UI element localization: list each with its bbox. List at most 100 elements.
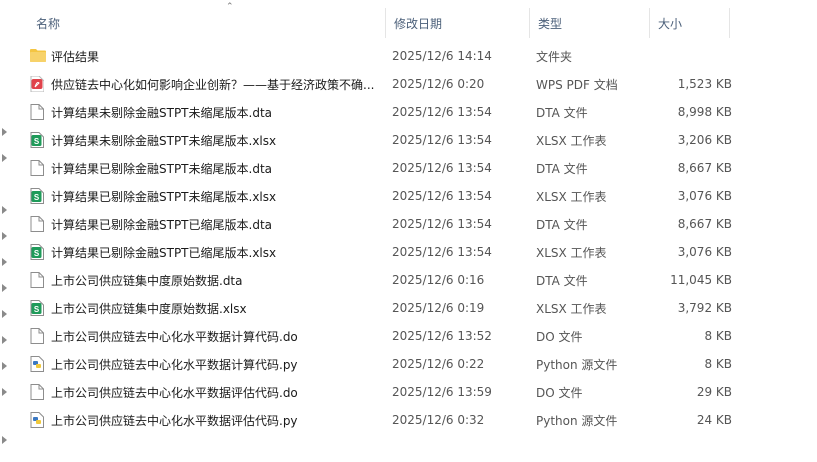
- file-name-cell: 计算结果已剔除金融STPT已缩尾版本.dta: [20, 216, 386, 233]
- column-header-size[interactable]: 大小: [650, 8, 730, 38]
- file-date: 2025/12/6 0:20: [392, 77, 485, 91]
- file-name-cell: 上市公司供应链去中心化水平数据计算代码.do: [20, 328, 386, 345]
- file-name: 上市公司供应链集中度原始数据.dta: [51, 273, 243, 288]
- file-row[interactable]: S 上市公司供应链集中度原始数据.xlsx 2025/12/6 0:19 XLS…: [20, 294, 760, 322]
- file-name: 计算结果已剔除金融STPT已缩尾版本.xlsx: [51, 245, 277, 260]
- column-header-date[interactable]: 修改日期: [386, 8, 530, 38]
- file-name: 计算结果已剔除金融STPT已缩尾版本.dta: [51, 217, 273, 232]
- column-header-size-label: 大小: [658, 16, 683, 31]
- expand-arrow-icon[interactable]: [2, 128, 7, 136]
- file-name: 计算结果已剔除金融STPT未缩尾版本.xlsx: [51, 189, 277, 204]
- document-icon: [30, 104, 44, 120]
- file-name: 供应链去中心化如何影响企业创新？——基于经济政策不确...: [51, 77, 375, 92]
- file-date: 2025/12/6 13:54: [392, 161, 492, 175]
- file-type: DTA 文件: [536, 273, 588, 288]
- file-type: WPS PDF 文档: [536, 77, 618, 92]
- file-size: 11,045 KB: [670, 273, 732, 287]
- file-row[interactable]: 上市公司供应链去中心化水平数据计算代码.py 2025/12/6 0:22 Py…: [20, 350, 760, 378]
- file-row[interactable]: 上市公司供应链去中心化水平数据评估代码.py 2025/12/6 0:32 Py…: [20, 406, 760, 434]
- file-type: DO 文件: [536, 385, 583, 400]
- python-file-icon: [30, 412, 44, 428]
- document-icon: [30, 216, 44, 232]
- file-row[interactable]: 计算结果已剔除金融STPT未缩尾版本.dta 2025/12/6 13:54 D…: [20, 154, 760, 182]
- file-list: 评估结果 2025/12/6 14:14 文件夹 供应链去中心化如何影响企业创新…: [20, 42, 760, 434]
- file-date: 2025/12/6 13:54: [392, 105, 492, 119]
- expand-arrow-icon[interactable]: [2, 154, 7, 162]
- document-icon: [30, 272, 44, 288]
- python-file-icon: [30, 356, 44, 372]
- column-header-name-label: 名称: [36, 16, 61, 31]
- column-header-bar: ⌃ 名称 修改日期 类型 大小: [20, 2, 817, 38]
- file-size: 8,998 KB: [677, 105, 732, 119]
- file-type: DTA 文件: [536, 105, 588, 120]
- file-size: 8,667 KB: [677, 161, 732, 175]
- file-name: 计算结果未剔除金融STPT未缩尾版本.dta: [51, 105, 273, 120]
- column-header-name[interactable]: ⌃ 名称: [20, 2, 386, 38]
- file-size: 3,206 KB: [677, 133, 732, 147]
- file-row[interactable]: 上市公司供应链去中心化水平数据计算代码.do 2025/12/6 13:52 D…: [20, 322, 760, 350]
- column-header-date-label: 修改日期: [394, 16, 443, 31]
- file-name-cell: 上市公司供应链去中心化水平数据评估代码.do: [20, 384, 386, 401]
- file-date: 2025/12/6 13:54: [392, 133, 492, 147]
- file-type: XLSX 工作表: [536, 301, 607, 316]
- file-size: 3,792 KB: [677, 301, 732, 315]
- file-name: 计算结果未剔除金融STPT未缩尾版本.xlsx: [51, 133, 277, 148]
- file-row[interactable]: S 计算结果已剔除金融STPT未缩尾版本.xlsx 2025/12/6 13:5…: [20, 182, 760, 210]
- file-row[interactable]: S 计算结果已剔除金融STPT已缩尾版本.xlsx 2025/12/6 13:5…: [20, 238, 760, 266]
- expand-arrow-icon[interactable]: [2, 310, 7, 318]
- file-row[interactable]: S 计算结果未剔除金融STPT未缩尾版本.xlsx 2025/12/6 13:5…: [20, 126, 760, 154]
- expand-arrow-icon[interactable]: [2, 336, 7, 344]
- expand-arrow-icon[interactable]: [2, 258, 7, 266]
- spreadsheet-icon: S: [30, 132, 44, 148]
- file-size: 1,523 KB: [677, 77, 732, 91]
- spreadsheet-icon: S: [30, 300, 44, 316]
- file-name-cell: S 计算结果已剔除金融STPT未缩尾版本.xlsx: [20, 188, 386, 205]
- pdf-file-icon: [30, 75, 45, 93]
- file-date: 2025/12/6 0:22: [392, 357, 485, 371]
- file-size: 29 KB: [696, 385, 732, 399]
- file-name: 计算结果已剔除金融STPT未缩尾版本.dta: [51, 161, 273, 176]
- svg-text:S: S: [34, 249, 40, 258]
- spreadsheet-icon: S: [30, 244, 44, 260]
- file-date: 2025/12/6 13:59: [392, 385, 492, 399]
- file-date: 2025/12/6 13:54: [392, 189, 492, 203]
- file-type: XLSX 工作表: [536, 133, 607, 148]
- svg-text:S: S: [34, 193, 40, 202]
- file-date: 2025/12/6 13:52: [392, 329, 492, 343]
- file-name: 上市公司供应链集中度原始数据.xlsx: [51, 301, 247, 316]
- expand-arrow-icon[interactable]: [2, 232, 7, 240]
- file-row[interactable]: 计算结果已剔除金融STPT已缩尾版本.dta 2025/12/6 13:54 D…: [20, 210, 760, 238]
- file-type: Python 源文件: [536, 357, 618, 372]
- file-name: 上市公司供应链去中心化水平数据计算代码.py: [51, 357, 298, 372]
- expand-arrow-icon[interactable]: [2, 206, 7, 214]
- file-type: XLSX 工作表: [536, 245, 607, 260]
- file-size: 3,076 KB: [677, 189, 732, 203]
- file-type: DTA 文件: [536, 161, 588, 176]
- file-row[interactable]: 评估结果 2025/12/6 14:14 文件夹: [20, 42, 760, 70]
- file-name-cell: 评估结果: [20, 48, 386, 65]
- svg-text:S: S: [34, 137, 40, 146]
- file-date: 2025/12/6 0:16: [392, 273, 485, 287]
- file-row[interactable]: 计算结果未剔除金融STPT未缩尾版本.dta 2025/12/6 13:54 D…: [20, 98, 760, 126]
- expand-arrow-icon[interactable]: [2, 284, 7, 292]
- file-type: Python 源文件: [536, 413, 618, 428]
- document-icon: [30, 384, 44, 400]
- spreadsheet-icon: S: [30, 188, 44, 204]
- file-type: 文件夹: [536, 49, 573, 64]
- file-row[interactable]: 上市公司供应链去中心化水平数据评估代码.do 2025/12/6 13:59 D…: [20, 378, 760, 406]
- file-name: 评估结果: [51, 49, 100, 64]
- file-name-cell: 上市公司供应链集中度原始数据.dta: [20, 272, 386, 289]
- file-name: 上市公司供应链去中心化水平数据评估代码.py: [51, 413, 298, 428]
- svg-text:S: S: [34, 305, 40, 314]
- file-date: 2025/12/6 14:14: [392, 49, 492, 63]
- expand-arrow-icon[interactable]: [2, 362, 7, 370]
- column-header-type[interactable]: 类型: [530, 8, 650, 38]
- expand-arrow-icon[interactable]: [2, 436, 7, 444]
- file-date: 2025/12/6 0:19: [392, 301, 485, 315]
- navigation-pane-edge: [0, 0, 14, 462]
- document-icon: [30, 328, 44, 344]
- file-row[interactable]: 上市公司供应链集中度原始数据.dta 2025/12/6 0:16 DTA 文件…: [20, 266, 760, 294]
- file-name-cell: S 计算结果已剔除金融STPT已缩尾版本.xlsx: [20, 244, 386, 261]
- file-row[interactable]: 供应链去中心化如何影响企业创新？——基于经济政策不确... 2025/12/6 …: [20, 70, 760, 98]
- expand-arrow-icon[interactable]: [2, 388, 7, 396]
